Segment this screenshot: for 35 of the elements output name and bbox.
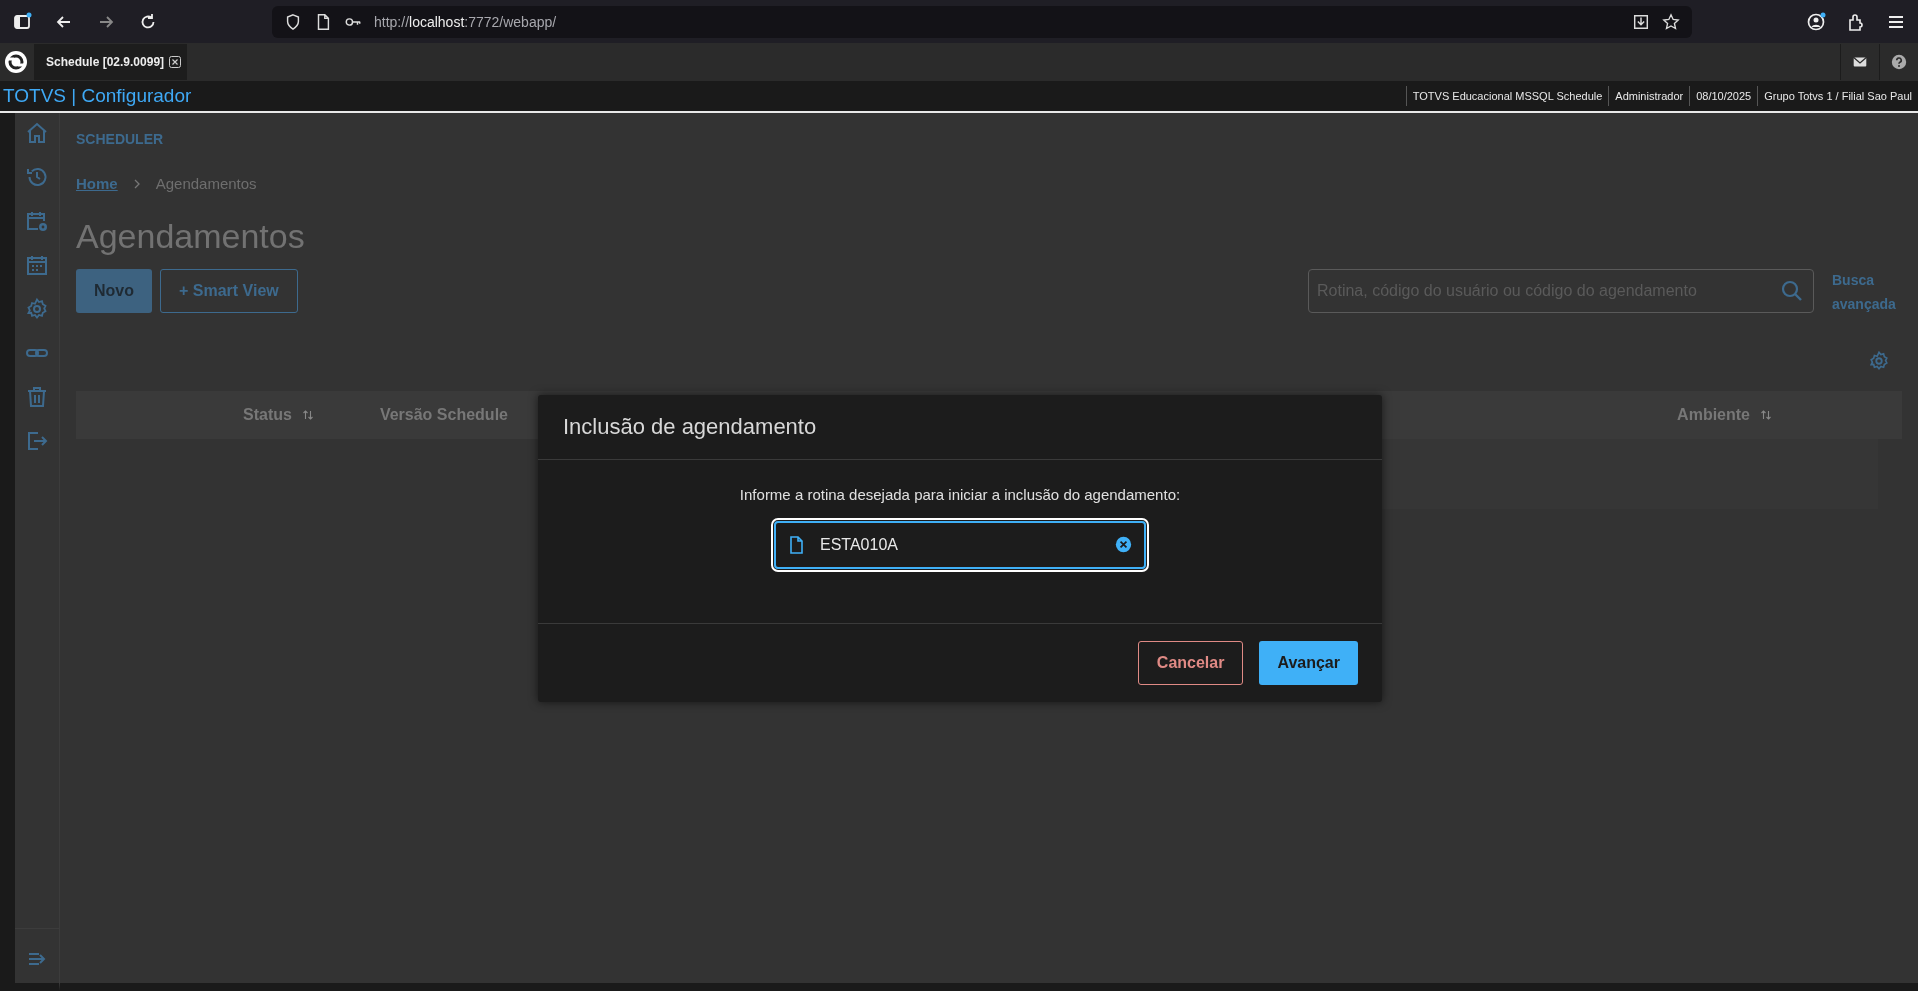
dialog-title: Inclusão de agendamento [563,414,817,440]
new-button[interactable]: Novo [76,269,152,313]
app-tab[interactable]: Schedule [02.9.0099] [34,44,188,80]
close-icon[interactable] [169,56,182,68]
address-bar[interactable]: http://localhost:7772/webapp/ [272,5,1692,38]
next-button[interactable]: Avançar [1259,641,1358,685]
breadcrumb-current: Agendamentos [155,175,257,192]
header-info: TOTVS Educacional MSSQL Schedule [1405,86,1609,106]
smart-view-button[interactable]: + Smart View [160,269,298,313]
routine-input-field[interactable]: ESTA010A [774,521,1146,569]
download-icon[interactable] [1632,12,1650,31]
advanced-search-link[interactable]: Busca avançada [1832,268,1902,316]
header-info: Administrador [1608,86,1690,106]
page-title: Agendamentos [76,217,306,256]
column-header[interactable]: Versão Schedule [379,406,508,424]
extensions-icon[interactable] [1846,11,1866,32]
cancel-button[interactable]: Cancelar [1137,641,1244,685]
account-icon[interactable] [1806,11,1826,32]
section-label: SCHEDULER [76,131,165,147]
shield-icon[interactable] [284,12,302,31]
column-header[interactable]: Ambiente [1677,406,1750,424]
sidebar-toggle-icon[interactable] [12,11,32,32]
sort-icon[interactable] [301,409,314,421]
dialog-prompt: Informe a rotina desejada para iniciar a inclusão do agendamento: [739,486,1181,503]
clear-icon[interactable] [1115,536,1132,553]
sort-icon[interactable] [1760,409,1772,421]
help-icon [1890,53,1908,71]
url-text: http://localhost:7772/webapp/ [374,13,557,30]
star-icon[interactable] [1662,12,1680,31]
breadcrumb-link[interactable]: Home [76,175,118,192]
app-title: TOTVS | Configurador [2,85,192,107]
logo-icon [4,50,28,74]
column-header[interactable]: Status [243,406,292,424]
header-info: Grupo Totvs 1 / Filial Sao Paul [1757,86,1918,106]
header-info: 08/10/2025 [1689,86,1758,106]
